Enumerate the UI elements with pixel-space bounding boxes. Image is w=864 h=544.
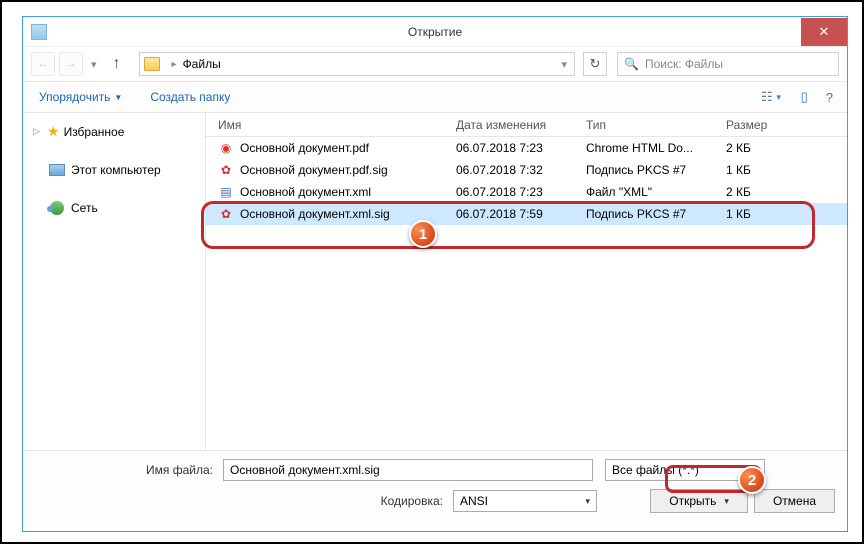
col-modified[interactable]: Дата изменения	[456, 118, 586, 132]
address-bar[interactable]: ▸ Файлы	[139, 52, 576, 76]
col-type[interactable]: Тип	[586, 118, 726, 132]
nav-network[interactable]: Сеть	[23, 196, 205, 220]
annotation-badge-1: 1	[409, 220, 437, 248]
file-list: Имя Дата изменения Тип Размер ◉ Основной …	[206, 113, 847, 450]
folder-icon	[144, 57, 160, 71]
file-type: Chrome HTML Do...	[586, 141, 726, 155]
star-icon: ★	[47, 123, 60, 140]
search-input[interactable]: 🔍 Поиск: Файлы	[617, 52, 839, 76]
address-dropdown-icon[interactable]: ▾	[557, 58, 571, 71]
encoding-label: Кодировка:	[35, 494, 453, 508]
navigation-pane: ▷ ★ Избранное Этот компьютер Сеть	[23, 113, 206, 450]
file-row[interactable]: ✿ Основной документ.pdf.sig 06.07.2018 7:3…	[206, 159, 847, 181]
file-row[interactable]: ✿ Основной документ.xml.sig 06.07.2018 7:5…	[206, 203, 847, 225]
file-size: 1 КБ	[726, 207, 847, 221]
history-dropdown-icon[interactable]: ▾	[87, 58, 101, 71]
file-modified: 06.07.2018 7:59	[456, 207, 586, 221]
file-name: Основной документ.xml	[240, 185, 371, 199]
file-name: Основной документ.xml.sig	[240, 207, 390, 221]
nav-favorites[interactable]: ▷ ★ Избранное	[23, 119, 205, 144]
file-row[interactable]: ◉ Основной документ.pdf 06.07.2018 7:23Chr…	[206, 137, 847, 159]
titlebar: Открытие ✕	[23, 17, 847, 47]
expand-icon: ▷	[33, 126, 43, 137]
breadcrumb-sep-icon: ▸	[172, 59, 177, 70]
annotation-badge-2: 2	[738, 466, 766, 494]
up-button[interactable]: ↑	[105, 52, 129, 76]
back-button[interactable]: ←	[31, 52, 55, 76]
help-button[interactable]: ?	[822, 88, 837, 107]
col-size[interactable]: Размер	[726, 118, 847, 132]
file-type: Файл "XML"	[586, 185, 726, 199]
breadcrumb-location[interactable]: Файлы	[183, 57, 221, 71]
dialog-title: Открытие	[408, 25, 462, 39]
search-placeholder: Поиск: Файлы	[645, 57, 723, 71]
organize-menu[interactable]: Упорядочить▼	[33, 87, 128, 107]
search-icon: 🔍	[624, 57, 639, 71]
file-modified: 06.07.2018 7:23	[456, 141, 586, 155]
split-button-arrow-icon[interactable]: ▾	[724, 496, 729, 507]
file-modified: 06.07.2018 7:32	[456, 163, 586, 177]
file-size: 2 КБ	[726, 141, 847, 155]
close-button[interactable]: ✕	[801, 18, 847, 46]
chevron-down-icon: ▾	[585, 496, 590, 507]
computer-icon	[49, 164, 65, 176]
toolbar: Упорядочить▼ Создать папку ☷ ▼ ▯ ?	[23, 81, 847, 113]
cancel-button[interactable]: Отмена	[754, 489, 835, 513]
file-size: 2 КБ	[726, 185, 847, 199]
chevron-down-icon: ▼	[114, 93, 122, 102]
footer: Имя файла: Все файлы (*.*) ▾ Кодировка: …	[23, 450, 847, 531]
navigation-row: ← → ▾ ↑ ▸ Файлы ▾ ↻ 🔍 Поиск: Файлы	[23, 47, 847, 81]
file-icon: ▤	[218, 184, 234, 200]
file-icon: ◉	[218, 140, 234, 156]
column-headers[interactable]: Имя Дата изменения Тип Размер	[206, 113, 847, 137]
filename-input[interactable]	[223, 459, 593, 481]
col-name[interactable]: Имя	[206, 118, 456, 132]
file-type: Подпись PKCS #7	[586, 163, 726, 177]
encoding-select[interactable]: ANSI ▾	[453, 490, 597, 512]
app-icon	[31, 24, 47, 40]
file-row[interactable]: ▤ Основной документ.xml 06.07.2018 7:23Фай…	[206, 181, 847, 203]
file-name: Основной документ.pdf.sig	[240, 163, 388, 177]
new-folder-button[interactable]: Создать папку	[144, 87, 236, 107]
forward-button[interactable]: →	[59, 52, 83, 76]
filename-label: Имя файла:	[35, 463, 223, 477]
nav-this-pc[interactable]: Этот компьютер	[23, 158, 205, 182]
file-size: 1 КБ	[726, 163, 847, 177]
network-icon	[50, 201, 64, 215]
preview-pane-button[interactable]: ▯	[797, 87, 812, 107]
file-type: Подпись PKCS #7	[586, 207, 726, 221]
open-button[interactable]: Открыть ▾	[650, 489, 748, 513]
view-options-button[interactable]: ☷ ▼	[757, 87, 787, 107]
file-name: Основной документ.pdf	[240, 141, 369, 155]
file-modified: 06.07.2018 7:23	[456, 185, 586, 199]
open-file-dialog: Открытие ✕ ← → ▾ ↑ ▸ Файлы ▾ ↻ 🔍 Поиск: …	[22, 16, 848, 532]
file-icon: ✿	[218, 162, 234, 178]
file-icon: ✿	[218, 206, 234, 222]
refresh-button[interactable]: ↻	[583, 52, 607, 76]
